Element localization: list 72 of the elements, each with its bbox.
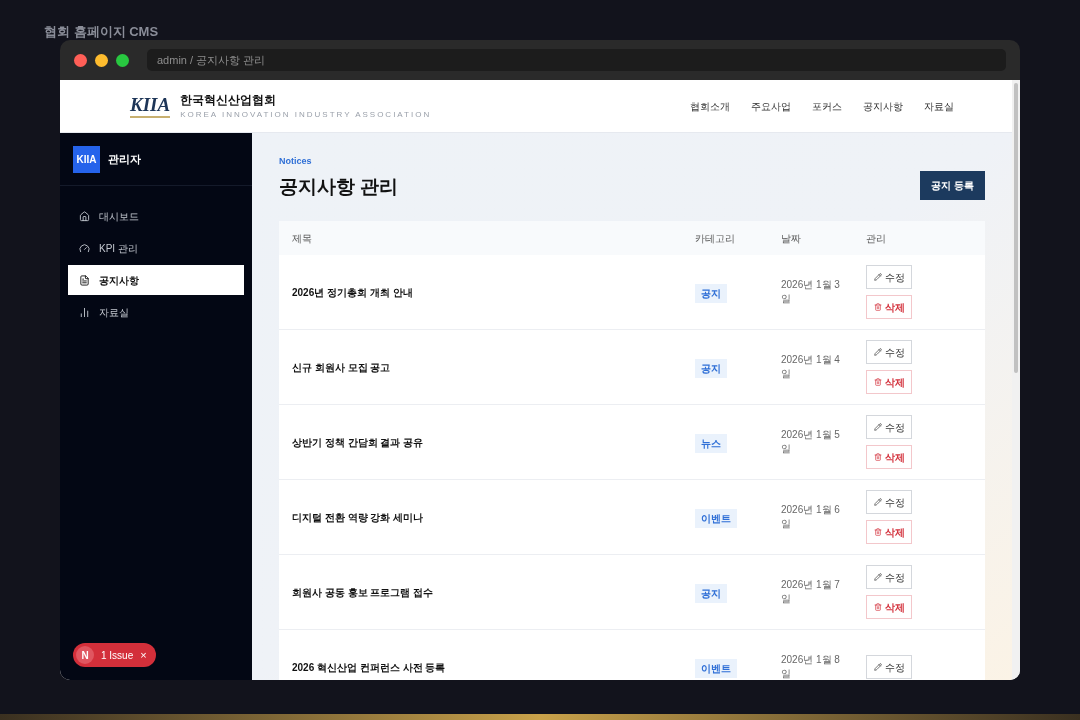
nav-link[interactable]: 포커스 [812,98,842,114]
edit-button[interactable]: 수정 [866,340,912,364]
trash-icon [873,453,882,461]
category-tag: 공지 [695,359,727,378]
sidebar-item[interactable]: 대시보드 [68,201,244,231]
notice-date: 2026년 1월 6일 [781,503,841,531]
nav-link[interactable]: 협회소개 [690,98,730,114]
sidebar-item[interactable]: KPI 관리 [68,233,244,263]
sidebar-title: 관리자 [108,151,141,167]
admin-logo: KIIA [73,145,100,173]
pencil-icon [873,423,882,431]
sidebar-item[interactable]: 자료실 [68,297,244,327]
site-name: 한국혁신산업협회 [180,92,278,109]
notice-title[interactable]: 2026 혁신산업 컨퍼런스 사전 등록 [279,659,695,675]
home-icon [79,210,90,222]
create-notice-button[interactable]: 공지 등록 [920,171,985,200]
category-tag: 이벤트 [695,509,737,528]
delete-button[interactable]: 삭제 [866,595,912,619]
pencil-icon [873,663,882,671]
trash-icon [873,303,882,311]
address-bar[interactable]: admin / 공지사항 관리 [147,49,1006,71]
issue-label: 1 Issue [101,648,134,663]
trash-icon [873,528,882,536]
document-icon [79,274,90,286]
edit-button[interactable]: 수정 [866,265,912,289]
gauge-icon [79,242,90,254]
logo[interactable]: KIIA [130,94,171,118]
delete-button[interactable]: 삭제 [866,295,912,319]
pencil-icon [873,348,882,356]
close-icon[interactable]: × [140,646,147,664]
notice-title[interactable]: 디지털 전환 역량 강화 세미나 [279,509,695,525]
nav-link[interactable]: 자료실 [924,98,954,114]
pencil-icon [873,273,882,281]
next-logo-icon: N [76,646,94,664]
nav-link[interactable]: 주요사업 [751,98,791,114]
app-title: 협회 홈페이지 CMS [44,23,159,41]
notice-title[interactable]: 상반기 정책 간담회 결과 공유 [279,434,695,450]
notice-title[interactable]: 회원사 공동 홍보 프로그램 접수 [279,584,695,600]
category-tag: 이벤트 [695,659,737,678]
notice-title[interactable]: 2026년 정기총회 개최 안내 [279,284,695,300]
notice-title[interactable]: 신규 회원사 모집 공고 [279,359,695,375]
column-header: 제목 [291,231,313,246]
category-tag: 공지 [695,584,727,603]
delete-button[interactable]: 삭제 [866,520,912,544]
column-header: 카테고리 [695,231,736,246]
edit-button[interactable]: 수정 [866,490,912,514]
nav-link[interactable]: 공지사항 [863,98,903,114]
delete-button[interactable]: 삭제 [866,370,912,394]
trash-icon [873,378,882,386]
delete-button[interactable]: 삭제 [866,445,912,469]
category-tag: 뉴스 [695,434,727,453]
notice-date: 2026년 1월 3일 [781,278,841,306]
issue-badge[interactable]: N 1 Issue × [73,643,156,667]
scrollbar[interactable] [1012,80,1020,680]
edit-button[interactable]: 수정 [866,655,912,679]
notice-date: 2026년 1월 5일 [781,428,841,456]
notice-date: 2026년 1월 7일 [781,578,841,606]
site-tagline: KOREA INNOVATION INDUSTRY ASSOCIATION [180,109,432,121]
page-title: 공지사항 관리 [279,174,399,199]
notice-date: 2026년 1월 8일 [781,653,841,680]
category-tag: 공지 [695,284,727,303]
pencil-icon [873,573,882,581]
column-header: 관리 [866,231,886,246]
sidebar-item[interactable]: 공지사항 [68,265,244,295]
notice-date: 2026년 1월 4일 [781,353,841,381]
bar-chart-icon [79,306,90,318]
edit-button[interactable]: 수정 [866,415,912,439]
page-eyebrow: Notices [279,155,313,168]
column-header: 날짜 [781,231,802,246]
trash-icon [873,603,882,611]
edit-button[interactable]: 수정 [866,565,912,589]
pencil-icon [873,498,882,506]
